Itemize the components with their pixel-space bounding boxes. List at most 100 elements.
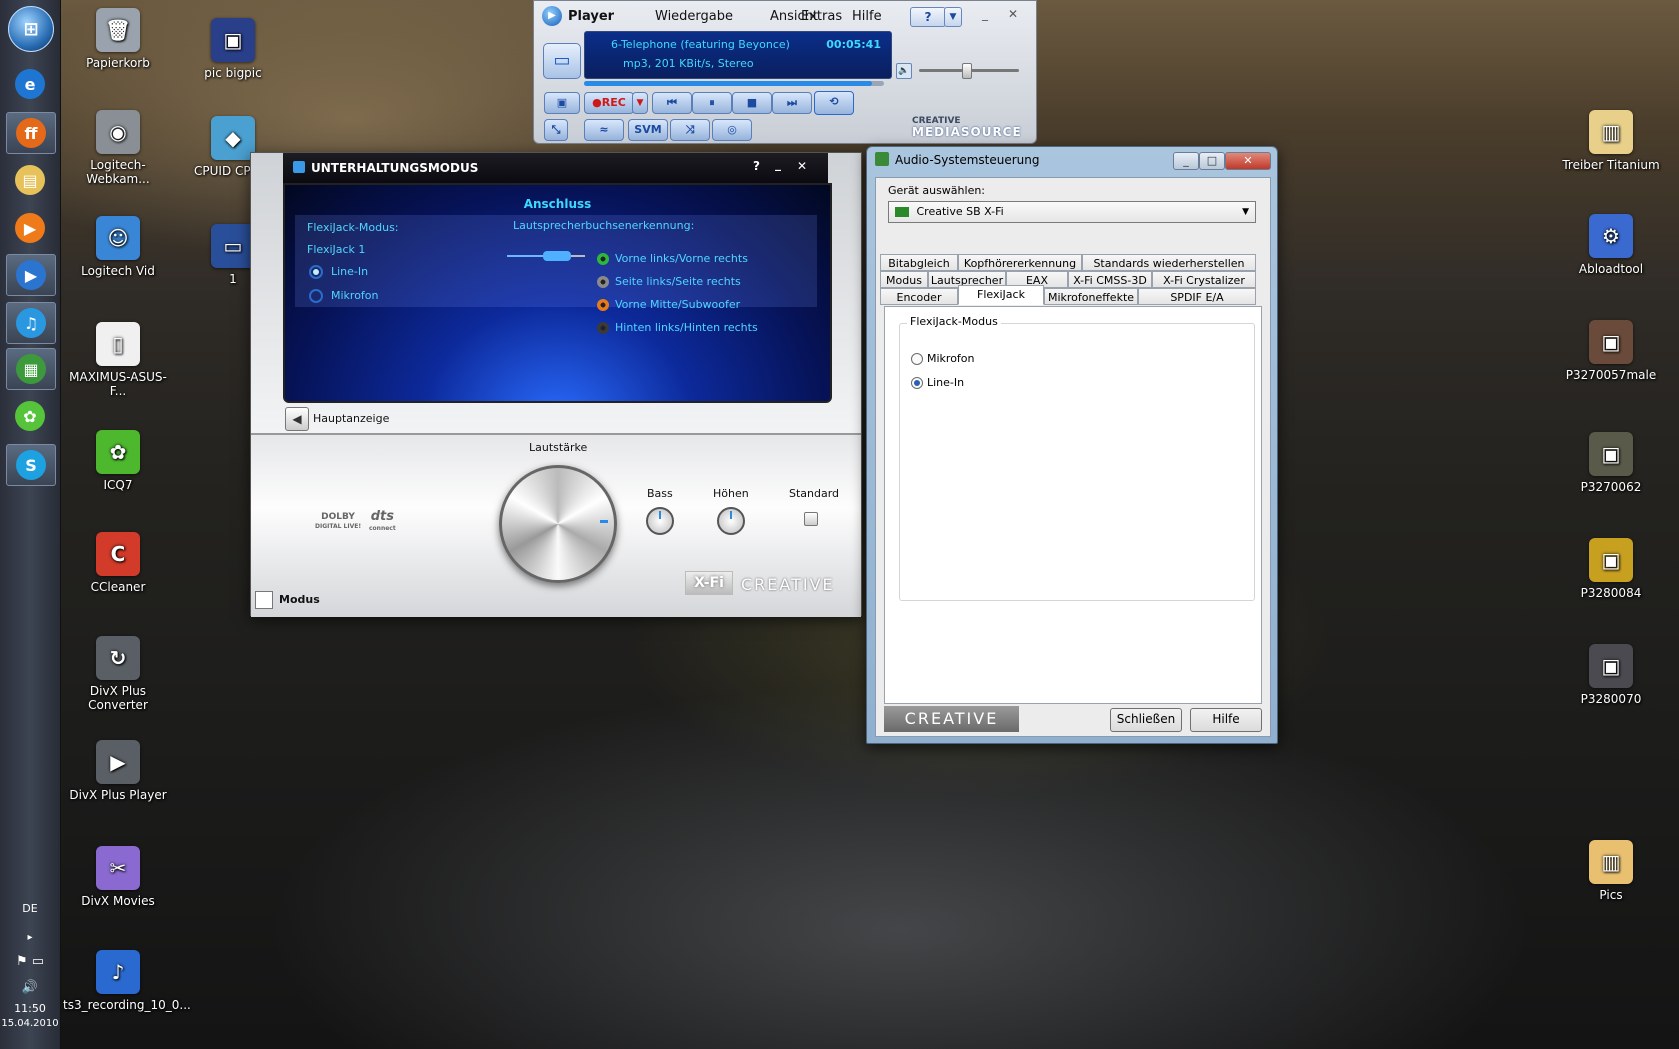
entertainment-help-button[interactable]: ? bbox=[753, 159, 760, 173]
desktop-icon-divx-movies[interactable]: ✂ DivX Movies bbox=[63, 846, 173, 908]
svm-button[interactable]: SVM bbox=[628, 119, 668, 141]
entertainment-close-button[interactable]: ✕ bbox=[797, 159, 807, 173]
desktop-icon-abloadtool[interactable]: ⚙ Abloadtool bbox=[1556, 214, 1666, 276]
device-select[interactable]: Creative SB X-Fi ▼ bbox=[888, 201, 1256, 223]
desktop-icon-label: P3270062 bbox=[1580, 480, 1642, 494]
mute-button[interactable]: 🔈 bbox=[896, 63, 912, 79]
next-button[interactable]: ⏭ bbox=[772, 92, 812, 114]
standard-button[interactable] bbox=[804, 512, 818, 526]
desktop-icon-pics[interactable]: ▥ Pics bbox=[1556, 840, 1666, 902]
desktop-icon-p3270057male[interactable]: ▣ P3270057male bbox=[1556, 320, 1666, 382]
desktop-icon-papierkorb[interactable]: 🗑 Papierkorb bbox=[63, 8, 173, 70]
mode-label[interactable]: Modus bbox=[279, 593, 320, 606]
close-button[interactable]: ✕ bbox=[1008, 7, 1018, 21]
volume-slider[interactable] bbox=[919, 63, 1019, 79]
player-help-dropdown[interactable]: ▼ bbox=[944, 7, 962, 27]
tab-modus[interactable]: Modus bbox=[880, 271, 928, 288]
tray-expand-icon[interactable]: ▸ bbox=[0, 932, 60, 943]
desktop-icon-maximus-asus-f[interactable]: ▯ MAXIMUS-ASUS-F... bbox=[63, 322, 173, 398]
desktop-icon-p3280070[interactable]: ▣ P3280070 bbox=[1556, 644, 1666, 706]
treble-knob[interactable] bbox=[717, 507, 745, 535]
stop-button[interactable]: ■ bbox=[732, 92, 772, 114]
menu-extras[interactable]: Extras bbox=[801, 9, 842, 24]
linein-radio[interactable] bbox=[309, 265, 323, 279]
pause-button[interactable]: ⏸ bbox=[692, 92, 732, 114]
desktop-icon-icq7[interactable]: ✿ ICQ7 bbox=[63, 430, 173, 492]
taskbar-item-skype[interactable]: S bbox=[6, 444, 56, 486]
tab-mikrofoneffekte[interactable]: Mikrofoneffekte bbox=[1044, 288, 1138, 305]
tray-icons[interactable]: ⚑ ▭ bbox=[0, 954, 60, 969]
network-icon[interactable]: ▭ bbox=[32, 954, 44, 969]
desktop-icon-ts3-recording-10-0[interactable]: ♪ ts3_recording_10_0... bbox=[63, 950, 191, 1012]
tab-x-fi-crystalizer[interactable]: X-Fi Crystalizer bbox=[1152, 271, 1256, 288]
record-dropdown[interactable]: ▼ bbox=[632, 92, 648, 114]
taskbar-item-cpu[interactable]: ▦ bbox=[6, 348, 56, 390]
shuffle-button[interactable]: ⤨ bbox=[670, 119, 710, 141]
jack-label: Hinten links/Hinten rechts bbox=[615, 321, 758, 334]
playlist-button[interactable]: ▣ bbox=[544, 92, 580, 114]
taskbar-item-firefox[interactable]: ff bbox=[6, 112, 56, 154]
tab-x-fi-cmss-3d[interactable]: X-Fi CMSS-3D bbox=[1068, 271, 1152, 288]
close-dialog-button[interactable]: Schließen bbox=[1110, 708, 1182, 732]
desktop-icon-logitech-vid[interactable]: ☺ Logitech Vid bbox=[63, 216, 173, 278]
linein-radio[interactable] bbox=[911, 377, 923, 389]
desktop-icon-pic-bigpic[interactable]: ▣ pic bigpic bbox=[178, 18, 288, 80]
mic-radio[interactable] bbox=[911, 353, 923, 365]
open-folder-button[interactable]: ▭ bbox=[543, 43, 581, 79]
desktop-icon-treiber-titanium[interactable]: ▥ Treiber Titanium bbox=[1556, 110, 1666, 172]
mic-radio-label[interactable]: Mikrofon bbox=[927, 352, 975, 365]
mode-icon[interactable] bbox=[255, 591, 273, 609]
taskbar-item-internet-explorer[interactable]: e bbox=[6, 64, 54, 104]
player-help-button[interactable]: ? bbox=[910, 7, 946, 27]
desktop-icon-divx-plus-converter[interactable]: ↻ DivX Plus Converter bbox=[63, 636, 173, 712]
linein-radio-label[interactable]: Line-In bbox=[927, 376, 964, 389]
crystalizer-button[interactable]: ◎ bbox=[712, 119, 752, 141]
app-icon bbox=[293, 161, 305, 173]
taskbar-item-folder[interactable]: ▤ bbox=[6, 160, 54, 200]
linein-label[interactable]: Line-In bbox=[331, 265, 368, 278]
language-indicator[interactable]: DE bbox=[0, 902, 60, 915]
tab-flexijack[interactable]: FlexiJack bbox=[958, 285, 1044, 305]
tab-standards-wiederherstellen[interactable]: Standards wiederherstellen bbox=[1082, 254, 1256, 271]
seek-bar[interactable] bbox=[584, 81, 884, 86]
clock-time[interactable]: 11:50 bbox=[0, 1002, 60, 1015]
bass-knob[interactable] bbox=[646, 507, 674, 535]
cpuid-icon: ◆ bbox=[211, 116, 255, 160]
previous-button[interactable]: ⏮ bbox=[652, 92, 692, 114]
volume-tray-icon[interactable]: 🔊 bbox=[0, 980, 60, 995]
mini-mode-button[interactable]: ⤡ bbox=[544, 119, 568, 141]
repeat-button[interactable]: ⟲ bbox=[814, 91, 854, 115]
taskbar-item-media-player[interactable]: ▶ bbox=[6, 208, 54, 248]
flag-icon[interactable]: ⚑ bbox=[16, 954, 28, 969]
desktop-icon-divx-plus-player[interactable]: ▶ DivX Plus Player bbox=[63, 740, 173, 802]
taskbar-item-mediasource-player[interactable]: ▶ bbox=[6, 254, 56, 296]
taskbar-item-music[interactable]: ♫ bbox=[6, 302, 56, 344]
tab-spdif-e-a[interactable]: SPDIF E/A bbox=[1138, 288, 1256, 305]
volume-knob[interactable] bbox=[499, 465, 617, 583]
clock-date[interactable]: 15.04.2010 bbox=[0, 1018, 60, 1029]
tab-bitabgleich[interactable]: Bitabgleich bbox=[880, 254, 958, 271]
desktop-icon-ccleaner[interactable]: C CCleaner bbox=[63, 532, 173, 594]
desktop-icon-p3270062[interactable]: ▣ P3270062 bbox=[1556, 432, 1666, 494]
audio-maximize-button[interactable]: □ bbox=[1199, 152, 1225, 170]
record-button[interactable]: ●REC bbox=[584, 92, 634, 114]
back-button[interactable]: ◀ bbox=[285, 407, 309, 431]
menu-hilfe[interactable]: Hilfe bbox=[852, 9, 882, 24]
entertainment-minimize-button[interactable]: _ bbox=[775, 157, 781, 171]
volume-knob[interactable] bbox=[962, 63, 973, 79]
audio-close-button[interactable]: ✕ bbox=[1225, 152, 1271, 170]
start-button[interactable]: ⊞ bbox=[8, 6, 54, 52]
minimize-button[interactable]: _ bbox=[982, 7, 988, 21]
mic-label[interactable]: Mikrofon bbox=[331, 289, 379, 302]
desktop-icon-logitech-webkam[interactable]: ◉ Logitech-Webkam... bbox=[63, 110, 173, 186]
mic-radio[interactable] bbox=[309, 289, 323, 303]
eq-button[interactable]: ≈ bbox=[584, 119, 624, 141]
tab-encoder[interactable]: Encoder bbox=[880, 288, 958, 305]
help-button[interactable]: Hilfe bbox=[1190, 708, 1262, 732]
taskbar-item-icq[interactable]: ✿ bbox=[6, 396, 54, 436]
audio-minimize-button[interactable]: _ bbox=[1173, 152, 1199, 170]
back-label[interactable]: Hauptanzeige bbox=[313, 412, 389, 425]
tab-kopfhörererkennung[interactable]: Kopfhörererkennung bbox=[958, 254, 1082, 271]
desktop-icon-p3280084[interactable]: ▣ P3280084 bbox=[1556, 538, 1666, 600]
menu-wiedergabe[interactable]: Wiedergabe bbox=[655, 9, 733, 24]
